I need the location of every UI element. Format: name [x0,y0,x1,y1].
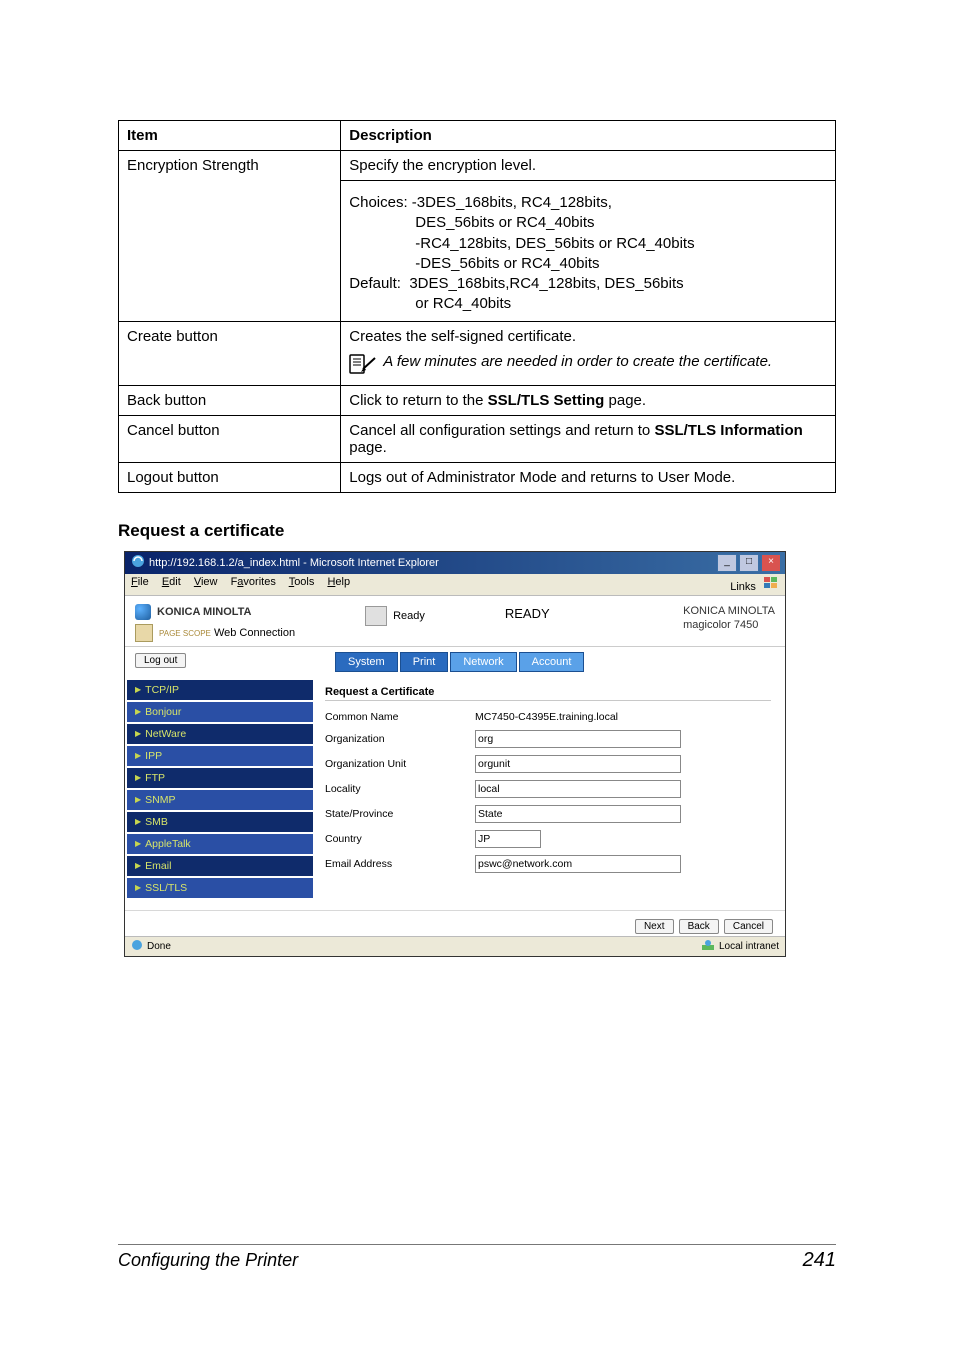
close-button[interactable]: × [761,554,781,572]
row-back-desc: Click to return to the SSL/TLS Setting p… [341,385,836,415]
header-area: KONICA MINOLTA PAGE SCOPE Web Connection… [125,596,785,647]
row-create-item: Create button [119,321,341,385]
menu-view[interactable]: View [194,576,218,588]
ie-title: http://192.168.1.2/a_index.html - Micros… [149,557,439,569]
tab-account[interactable]: Account [519,652,585,672]
ie-flag-icon [763,581,779,593]
next-button[interactable]: Next [635,919,674,934]
row-encryption-item: Encryption Strength [119,151,341,322]
sidebar-item-ftp[interactable]: ▶FTP [127,768,313,788]
sidebar-item-tcpip[interactable]: ▶TCP/IP [127,680,313,700]
form-buttons: Next Back Cancel [125,910,785,936]
section-heading: Request a certificate [118,521,836,541]
right-brand: KONICA MINOLTA magicolor 7450 [683,604,775,633]
form-area: Request a Certificate Common Name MC7450… [313,680,783,900]
footer-left: Configuring the Printer [118,1250,298,1271]
ready-big: READY [505,606,550,621]
sidebar-item-ssltls[interactable]: ▶SSL/TLS [127,878,313,898]
row-create-note: A few minutes are needed in order to cre… [383,353,772,370]
back-button[interactable]: Back [679,919,719,934]
status-zone: Local intranet [719,941,779,952]
input-organization[interactable] [475,730,681,748]
row-logout-desc: Logs out of Administrator Mode and retur… [341,462,836,492]
sidebar-item-email[interactable]: ▶Email [127,856,313,876]
intranet-icon [701,939,715,954]
tab-network[interactable]: Network [450,652,516,672]
row-cancel-desc: Cancel all configuration settings and re… [341,415,836,462]
menu-edit[interactable]: Edit [162,576,181,588]
th-item: Item [119,121,341,151]
brand-logo-icon [135,604,151,620]
sidebar-item-ipp[interactable]: ▶IPP [127,746,313,766]
row-logout-item: Logout button [119,462,341,492]
menu-help[interactable]: Help [327,576,350,588]
menu-file[interactable]: FFileile [131,576,149,588]
ready-small: Ready [393,610,425,622]
links-label[interactable]: Links [730,581,756,593]
ie-menubar: FFileile Edit View Favorites Tools Help … [125,574,785,596]
input-state[interactable] [475,805,681,823]
sidebar-item-appletalk[interactable]: ▶AppleTalk [127,834,313,854]
row-create-desc: Creates the self-signed certificate. A f… [341,321,836,385]
val-common-name: MC7450-C4395E.training.local [475,711,618,723]
sidebar-item-bonjour[interactable]: ▶Bonjour [127,702,313,722]
row-back-item: Back button [119,385,341,415]
settings-table: Item Description Encryption Strength Spe… [118,120,836,493]
lbl-organization: Organization [325,733,475,745]
lbl-state: State/Province [325,808,475,820]
footer-right: 241 [803,1249,836,1272]
input-orgunit[interactable] [475,755,681,773]
row-encryption-choices: Choices: -3DES_168bits, RC4_128bits, DES… [341,181,836,322]
status-done: Done [147,941,171,952]
page-footer: Configuring the Printer 241 [118,1244,836,1272]
ie-titlebar: http://192.168.1.2/a_index.html - Micros… [125,552,785,574]
row-encryption-desc1: Specify the encryption level. [341,151,836,181]
lbl-locality: Locality [325,783,475,795]
tab-print[interactable]: Print [400,652,449,672]
sidebar-item-smb[interactable]: ▶SMB [127,812,313,832]
lbl-common-name: Common Name [325,711,475,723]
tab-system[interactable]: System [335,652,398,672]
ie-logo-icon [131,554,145,571]
pagescope-icon [135,624,153,642]
cancel-button[interactable]: Cancel [724,919,773,934]
form-title: Request a Certificate [325,686,771,701]
input-country[interactable] [475,830,541,848]
input-locality[interactable] [475,780,681,798]
brand-text: KONICA MINOLTA [157,606,252,618]
menu-favorites[interactable]: Favorites [231,576,276,588]
menu-tools[interactable]: Tools [289,576,315,588]
minimize-button[interactable]: _ [717,554,737,572]
th-desc: Description [341,121,836,151]
tab-row: System Print Network Account [125,652,785,672]
webconn-label: PAGE SCOPE Web Connection [159,627,295,639]
lbl-country: Country [325,833,475,845]
row-cancel-item: Cancel button [119,415,341,462]
maximize-button[interactable]: □ [739,554,759,572]
printer-icon [365,606,387,626]
input-email[interactable] [475,855,681,873]
lbl-orgunit: Organization Unit [325,758,475,770]
ie-window: http://192.168.1.2/a_index.html - Micros… [124,551,786,957]
note-icon [349,353,377,379]
done-icon [131,939,143,954]
lbl-email: Email Address [325,858,475,870]
sidebar: ▶TCP/IP ▶Bonjour ▶NetWare ▶IPP ▶FTP ▶SNM… [127,680,313,900]
sidebar-item-snmp[interactable]: ▶SNMP [127,790,313,810]
sidebar-item-netware[interactable]: ▶NetWare [127,724,313,744]
logout-button[interactable]: Log out [135,653,186,668]
ie-statusbar: Done Local intranet [125,936,785,956]
